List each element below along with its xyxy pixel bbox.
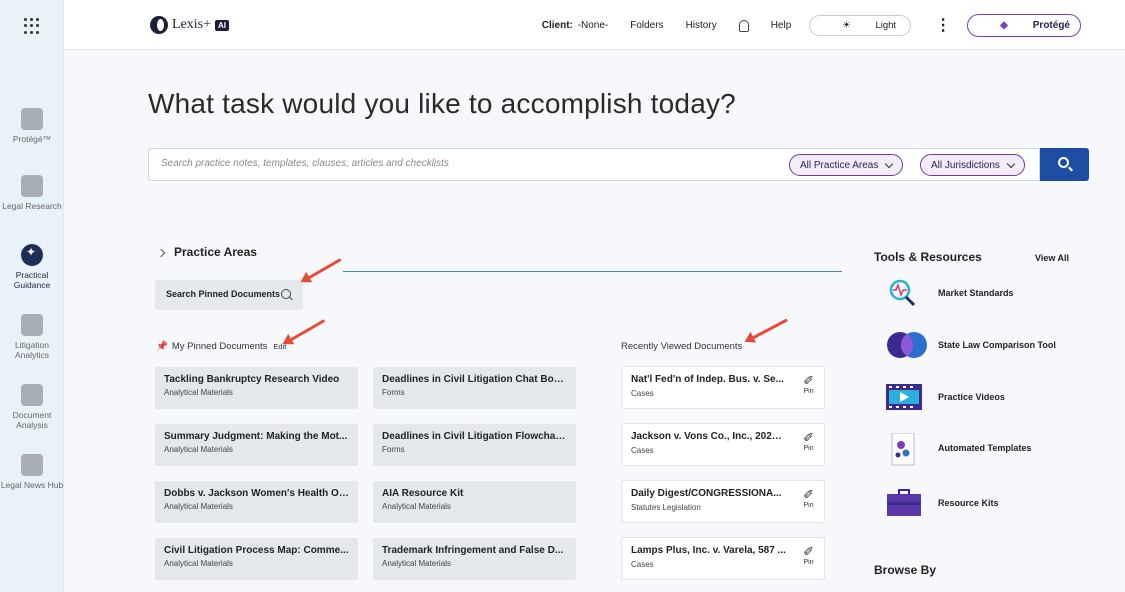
venn-circles-icon	[886, 330, 927, 360]
search-icon	[281, 289, 291, 299]
history-link[interactable]: History	[686, 20, 717, 31]
pinned-card[interactable]: Dobbs v. Jackson Women's Health Or... Ana…	[155, 481, 358, 523]
rail-item-legal-news-hub[interactable]: Legal News Hub	[0, 454, 64, 490]
view-all-link[interactable]: View All	[1035, 253, 1069, 263]
page-title: What task would you like to accomplish t…	[148, 88, 736, 119]
pin-button[interactable]: ✐ Pin	[803, 373, 814, 396]
rail-item-practical-guidance[interactable]: Practical Guidance	[0, 244, 64, 290]
theme-toggle[interactable]: ☀ Light	[809, 15, 912, 36]
search-pinned-documents-button[interactable]: Search Pinned Documents	[155, 280, 303, 310]
help-link[interactable]: Help	[771, 20, 792, 31]
practice-areas-filter[interactable]: All Practice Areas	[789, 154, 904, 176]
pinned-card[interactable]: Civil Litigation Process Map: Comme... An…	[155, 538, 358, 580]
client-selector[interactable]: Client: -None-	[542, 20, 608, 31]
pin-icon: ✐	[803, 373, 814, 388]
recent-documents-label: Recently Viewed Documents	[621, 341, 743, 352]
pin-icon: ✐	[803, 487, 814, 502]
jurisdictions-filter[interactable]: All Jurisdictions	[920, 154, 1025, 176]
pin-button[interactable]: ✐ Pin	[803, 487, 814, 510]
lexis-logo[interactable]: Lexis+ AI	[150, 16, 229, 34]
folders-link[interactable]: Folders	[630, 20, 663, 31]
tool-state-law-comparison[interactable]: State Law Comparison Tool	[886, 330, 1056, 360]
tool-practice-videos[interactable]: Practice Videos	[886, 382, 1005, 412]
briefcase-icon	[886, 488, 922, 518]
search-button[interactable]	[1040, 148, 1089, 181]
pinned-documents-label: 📌 My Pinned Documents Edit	[156, 341, 287, 352]
top-header: Lexis+ AI Client: -None- Folders History…	[64, 0, 1125, 50]
annotation-arrow	[287, 319, 326, 343]
pinned-card[interactable]: Trademark Infringement and False D... Ana…	[373, 538, 576, 580]
bell-icon[interactable]	[738, 19, 749, 32]
protege-icon	[21, 108, 43, 130]
pin-icon: 📌	[156, 341, 168, 352]
pin-button[interactable]: ✐ Pin	[803, 544, 814, 567]
rail-item-litigation-analytics[interactable]: Litigation Analytics	[0, 314, 64, 360]
annotation-arrow	[305, 258, 342, 281]
apps-grid-icon[interactable]	[24, 18, 40, 34]
bar-chart-icon	[21, 314, 43, 336]
tool-resource-kits[interactable]: Resource Kits	[886, 488, 999, 518]
document-icon	[21, 384, 43, 406]
annotation-arrow	[749, 318, 788, 341]
lexis-logo-icon	[150, 16, 168, 34]
browse-by-heading: Browse By	[874, 563, 937, 577]
sparkle-icon	[21, 244, 43, 266]
pin-button[interactable]: ✐ Pin	[803, 430, 814, 453]
magnifier-pulse-icon	[886, 278, 922, 308]
rail-item-legal-research[interactable]: Legal Research	[0, 175, 64, 211]
edit-link[interactable]: Edit	[273, 342, 286, 351]
pin-icon: ✐	[803, 430, 814, 445]
document-gears-icon	[886, 432, 922, 466]
pinned-card[interactable]: AIA Resource Kit Analytical Materials	[373, 481, 576, 523]
recent-card[interactable]: Daily Digest/CONGRESSIONA... Statutes Leg…	[621, 480, 825, 523]
recent-card[interactable]: Nat'l Fed'n of Indep. Bus. v. Se... Cases…	[621, 366, 825, 409]
protege-logo-icon: ◆	[1000, 20, 1008, 31]
search-bar: All Practice Areas All Jurisdictions	[148, 148, 1040, 181]
recent-card[interactable]: Lamps Plus, Inc. v. Varela, 587 ... Cases…	[621, 537, 825, 580]
sun-icon: ☀	[842, 20, 851, 31]
pin-icon: ✐	[803, 544, 814, 559]
left-rail: Protégé™ Legal Research Practical Guidan…	[0, 0, 64, 592]
rail-item-document-analysis[interactable]: Document Analysis	[0, 384, 64, 430]
header-nav: Client: -None- Folders History Help ☀ Li…	[542, 14, 1081, 37]
search-input[interactable]	[161, 158, 761, 169]
divider	[343, 271, 842, 272]
legal-research-icon	[21, 175, 43, 197]
rail-item-protege[interactable]: Protégé™	[0, 108, 64, 144]
newspaper-icon	[21, 454, 43, 476]
practice-areas-toggle[interactable]: Practice Areas	[156, 245, 257, 259]
search-icon	[1058, 157, 1069, 168]
pinned-card[interactable]: Deadlines in Civil Litigation Chat Bot .…	[373, 367, 576, 409]
tool-automated-templates[interactable]: Automated Templates	[886, 432, 1031, 466]
pinned-card[interactable]: Tackling Bankruptcy Research Video Analyt…	[155, 367, 358, 409]
recent-card[interactable]: Jackson v. Vons Co., Inc., 2024 ... Cases…	[621, 423, 825, 466]
tools-heading: Tools & Resources	[874, 250, 982, 264]
pinned-card[interactable]: Deadlines in Civil Litigation Flowchar..…	[373, 424, 576, 466]
protege-button[interactable]: ◆ Protégé	[967, 14, 1081, 37]
pinned-card[interactable]: Summary Judgment: Making the Mot... Analy…	[155, 424, 358, 466]
chevron-right-icon	[156, 248, 166, 258]
film-strip-icon	[886, 382, 922, 412]
tool-market-standards[interactable]: Market Standards	[886, 278, 1014, 308]
more-options-icon[interactable]: ⋮	[935, 17, 951, 33]
